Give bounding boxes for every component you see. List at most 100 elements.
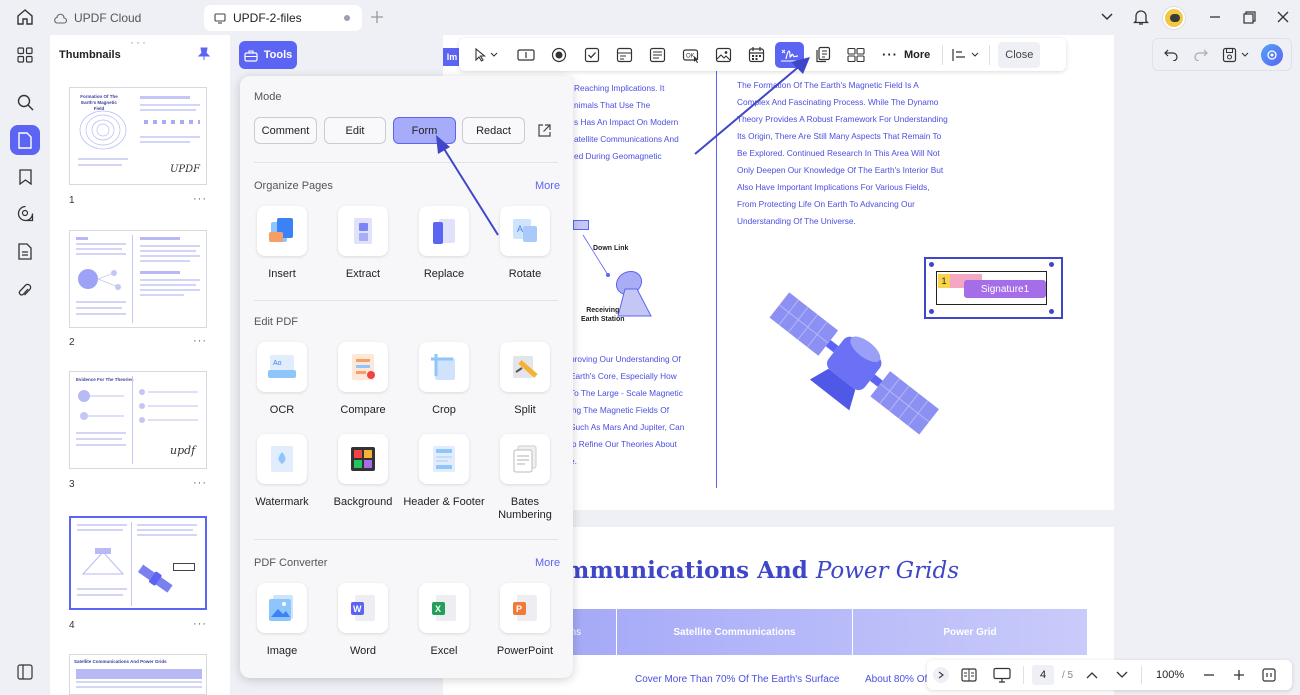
grid-fields-icon[interactable] xyxy=(841,42,870,68)
unsaved-dot-icon xyxy=(344,15,350,21)
select-tool-icon[interactable] xyxy=(467,42,507,68)
more-options-icon[interactable]: ··· xyxy=(193,193,207,205)
insert-icon xyxy=(257,206,307,256)
grid-view-icon[interactable] xyxy=(10,40,40,70)
text-field-icon[interactable] xyxy=(511,42,540,68)
resize-handle[interactable] xyxy=(929,262,934,267)
thumbnail-title: Evidence For The Theories xyxy=(76,377,134,382)
table-header: Satellite Communications xyxy=(616,609,852,655)
previous-page-icon[interactable] xyxy=(1081,662,1103,688)
restore-icon[interactable] xyxy=(1234,2,1264,32)
thumbnail-panel: ··· Thumbnails Formation Of The Earth's … xyxy=(50,35,230,695)
tool-label: Word xyxy=(349,645,377,657)
field-badge: 1 xyxy=(938,274,950,288)
tab-updf-cloud[interactable]: UPDF Cloud xyxy=(44,5,199,31)
convert-powerpoint-tool[interactable]: P PowerPoint xyxy=(483,583,563,663)
tab-updf-2-files[interactable]: UPDF-2-files xyxy=(204,5,362,31)
background-tool[interactable]: Background xyxy=(321,434,401,514)
resize-handle[interactable] xyxy=(1049,309,1054,314)
combo-box-icon[interactable] xyxy=(610,42,639,68)
more-button[interactable]: ··· More xyxy=(874,42,938,68)
mode-edit-button[interactable]: Edit xyxy=(324,117,386,144)
close-window-icon[interactable] xyxy=(1268,2,1298,32)
home-icon[interactable] xyxy=(10,2,40,32)
notification-bell-icon[interactable] xyxy=(1126,2,1156,32)
chevron-down-icon[interactable] xyxy=(1092,2,1122,32)
close-toolbar-button[interactable]: Close xyxy=(998,41,1041,68)
tool-label: Compare xyxy=(340,404,386,416)
save-icon[interactable] xyxy=(1219,42,1255,68)
extract-tool[interactable]: Extract xyxy=(321,206,401,286)
open-external-icon[interactable] xyxy=(537,123,552,138)
bookmark-icon[interactable] xyxy=(10,162,40,192)
mode-comment-button[interactable]: Comment xyxy=(254,117,317,144)
page-layout-icon[interactable] xyxy=(957,662,981,688)
new-tab-icon[interactable] xyxy=(362,2,392,32)
compare-tool[interactable]: Compare xyxy=(321,342,401,422)
attachment-icon[interactable] xyxy=(10,274,40,304)
signature-field[interactable]: 1 Signature1 xyxy=(924,257,1063,319)
more-options-icon[interactable]: ··· xyxy=(193,335,207,347)
page-number: 2 xyxy=(69,337,75,348)
insert-tool[interactable]: Insert xyxy=(240,206,320,286)
pages-icon[interactable] xyxy=(10,125,40,155)
resize-handle[interactable] xyxy=(1049,262,1054,267)
organize-more-link[interactable]: More xyxy=(535,180,560,192)
undo-icon[interactable] xyxy=(1159,42,1183,68)
watermark-icon xyxy=(257,434,307,484)
drag-handle-icon[interactable]: ··· xyxy=(130,35,148,49)
bates-numbering-icon xyxy=(500,434,550,484)
convert-image-tool[interactable]: Image xyxy=(240,583,320,663)
resize-handle[interactable] xyxy=(929,309,934,314)
comment-search-icon[interactable] xyxy=(10,198,40,228)
tool-label: Header & Footer xyxy=(403,496,485,508)
left-column-text-2: proving Our Understanding Of Earth's Cor… xyxy=(570,354,685,466)
page-number: 4 xyxy=(69,620,75,631)
tab-label: UPDF-2-files xyxy=(233,11,302,25)
zoom-level[interactable]: 100% xyxy=(1150,665,1190,685)
align-fields-icon[interactable] xyxy=(947,42,985,68)
checkbox-icon[interactable] xyxy=(577,42,606,68)
collapse-icon[interactable] xyxy=(933,667,949,683)
zoom-out-icon[interactable] xyxy=(1198,662,1220,688)
more-options-icon[interactable]: ··· xyxy=(193,477,207,489)
toolbox-icon xyxy=(244,49,258,62)
converter-more-link[interactable]: More xyxy=(535,557,560,569)
radio-button-icon[interactable] xyxy=(544,42,573,68)
ai-assistant-icon[interactable] xyxy=(1261,43,1283,66)
page-thumbnail-1[interactable]: Formation Of The Earth's Magnetic Field … xyxy=(69,87,207,185)
redo-icon[interactable] xyxy=(1189,42,1213,68)
fit-page-icon[interactable] xyxy=(1258,662,1280,688)
avatar[interactable] xyxy=(1163,7,1185,29)
form-fields-icon[interactable] xyxy=(10,236,40,266)
split-tool[interactable]: Split xyxy=(483,342,563,422)
page-thumbnail-2[interactable] xyxy=(69,230,207,328)
table-cell: About 80% Of xyxy=(865,674,928,685)
image-icon xyxy=(257,583,307,633)
convert-excel-tool[interactable]: X Excel xyxy=(402,583,482,663)
ocr-tool[interactable]: Ao OCR xyxy=(240,342,320,422)
next-page-icon[interactable] xyxy=(1111,662,1133,688)
more-options-icon[interactable]: ··· xyxy=(193,618,207,630)
toolbar-divider xyxy=(989,44,991,65)
zoom-in-icon[interactable] xyxy=(1228,662,1250,688)
tools-button[interactable]: Tools xyxy=(239,41,297,69)
sidebar-toggle-icon[interactable] xyxy=(10,657,40,687)
presentation-icon[interactable] xyxy=(989,662,1015,688)
page-thumbnail-4[interactable] xyxy=(69,516,207,610)
watermark-tool[interactable]: Watermark xyxy=(240,434,320,514)
page-thumbnail-3[interactable]: Evidence For The Theories updf xyxy=(69,371,207,469)
page-number-input[interactable]: 4 xyxy=(1032,665,1054,685)
crop-tool[interactable]: Crop xyxy=(402,342,482,422)
header-footer-tool[interactable]: Header & Footer xyxy=(402,434,485,514)
list-box-icon[interactable] xyxy=(643,42,672,68)
crop-icon xyxy=(419,342,469,392)
pin-icon[interactable] xyxy=(198,47,210,61)
word-icon: W xyxy=(338,583,388,633)
bates-numbering-tool[interactable]: Bates Numbering xyxy=(483,434,563,521)
convert-word-tool[interactable]: W Word xyxy=(321,583,401,663)
minimize-icon[interactable] xyxy=(1200,2,1230,32)
more-dots-icon: ··· xyxy=(882,47,898,62)
search-icon[interactable] xyxy=(10,87,40,117)
page-thumbnail-5[interactable]: Satellite Communications And Power Grids xyxy=(69,654,207,695)
